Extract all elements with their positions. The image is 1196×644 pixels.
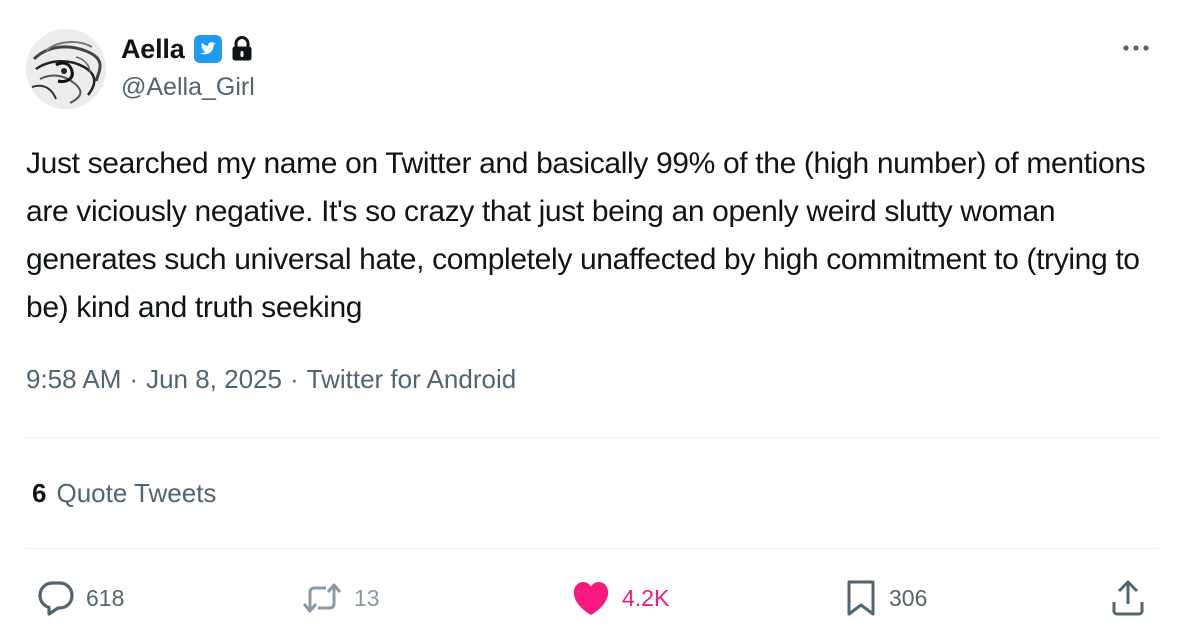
tweet-source[interactable]: Twitter for Android <box>307 364 517 395</box>
like-button[interactable]: 4.2K <box>570 576 669 620</box>
author-name-row: Aella <box>121 31 253 67</box>
reply-icon <box>36 578 76 618</box>
retweet-count: 13 <box>354 584 380 611</box>
author-handle[interactable]: @Aella_Girl <box>121 73 255 102</box>
divider <box>26 548 1158 549</box>
retweet-button[interactable]: 13 <box>300 576 380 620</box>
tweet-date[interactable]: Jun 8, 2025 <box>146 364 282 395</box>
tweet-card: Aella @Aella_Girl Just searched my name … <box>0 0 1196 644</box>
quote-tweets-label: Quote Tweets <box>56 478 217 508</box>
meta-separator: · <box>289 364 299 394</box>
more-icon[interactable] <box>1118 38 1158 58</box>
tweet-metadata: 9:58 AM · Jun 8, 2025 · Twitter for Andr… <box>26 364 516 395</box>
like-count: 4.2K <box>622 584 670 611</box>
tweet-time[interactable]: 9:58 AM <box>26 364 121 395</box>
verified-badge-icon[interactable] <box>193 34 223 64</box>
avatar[interactable] <box>26 29 106 109</box>
retweet-icon <box>300 578 344 618</box>
lock-icon <box>231 36 253 62</box>
reply-count: 618 <box>86 584 125 611</box>
reply-button[interactable]: 618 <box>36 576 124 620</box>
bookmark-icon <box>843 578 879 618</box>
bookmark-button[interactable]: 306 <box>843 576 927 620</box>
share-icon <box>1108 578 1148 618</box>
quote-tweets-count: 6 <box>32 478 47 508</box>
tweet-text: Just searched my name on Twitter and bas… <box>26 147 1146 324</box>
meta-separator: · <box>129 364 139 394</box>
heart-icon <box>570 578 612 618</box>
bookmark-count: 306 <box>889 584 928 611</box>
divider <box>26 437 1158 438</box>
quote-tweets-link[interactable]: 6 Quote Tweets <box>32 478 216 509</box>
author-display-name[interactable]: Aella <box>121 34 185 65</box>
share-button[interactable] <box>1108 576 1148 620</box>
